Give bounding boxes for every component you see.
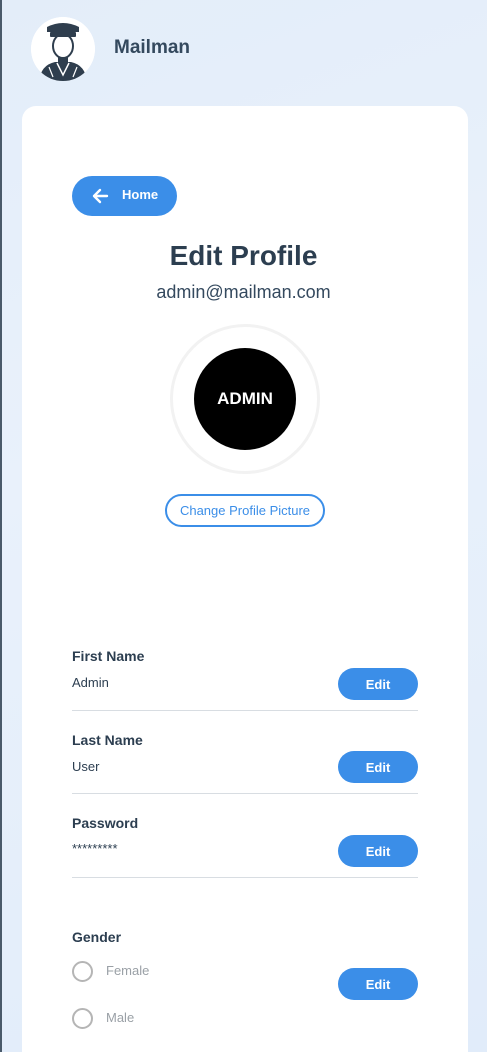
first-name-label: First Name (72, 648, 145, 664)
home-button[interactable]: Home (72, 176, 177, 216)
edit-first-name-button[interactable]: Edit (338, 668, 418, 700)
app-title: Mailman (114, 37, 191, 58)
password-label: Password (72, 815, 139, 831)
first-name-value: Admin (72, 675, 109, 690)
avatar: ADMIN (194, 348, 296, 450)
last-name-value: User (72, 759, 100, 774)
password-value: ********* (72, 841, 118, 856)
gender-label: Gender (72, 929, 122, 945)
home-button-label: Home (122, 187, 159, 202)
window-left-edge (0, 0, 2, 1052)
gender-male-label: Male (106, 1010, 135, 1025)
gender-male-radio[interactable] (72, 1008, 93, 1029)
last-name-label: Last Name (72, 732, 143, 748)
gender-female-label: Female (106, 963, 150, 978)
gender-female-radio[interactable] (72, 961, 93, 982)
mailman-avatar-icon (31, 17, 95, 81)
profile-email: admin@mailman.com (156, 282, 331, 302)
edit-last-name-button[interactable]: Edit (338, 751, 418, 783)
arrow-left-icon (92, 188, 109, 204)
app-header: Mailman (0, 0, 487, 100)
edit-gender-button[interactable]: Edit (338, 968, 418, 1000)
divider (72, 793, 418, 794)
page-title: Edit Profile (169, 240, 318, 271)
change-profile-picture-button[interactable]: Change Profile Picture (165, 494, 325, 527)
divider (72, 710, 418, 711)
edit-password-button[interactable]: Edit (338, 835, 418, 867)
divider (72, 877, 418, 878)
